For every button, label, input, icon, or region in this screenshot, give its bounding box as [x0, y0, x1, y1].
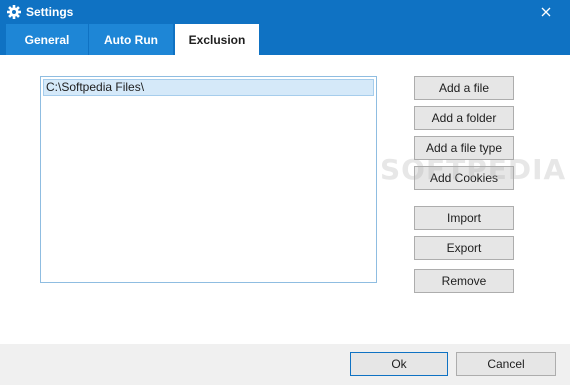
tab-exclusion[interactable]: Exclusion: [175, 24, 259, 55]
ok-button[interactable]: Ok: [350, 352, 448, 376]
list-item[interactable]: C:\Softpedia Files\: [43, 79, 374, 96]
add-file-button[interactable]: Add a file: [414, 76, 514, 100]
import-button[interactable]: Import: [414, 206, 514, 230]
tab-auto-run[interactable]: Auto Run: [89, 24, 173, 55]
add-folder-button[interactable]: Add a folder: [414, 106, 514, 130]
title-bar: Settings: [0, 0, 570, 24]
export-button[interactable]: Export: [414, 236, 514, 260]
tab-bar: General Auto Run Exclusion: [0, 24, 570, 55]
exclusion-list[interactable]: C:\Softpedia Files\: [40, 76, 377, 283]
remove-button[interactable]: Remove: [414, 269, 514, 293]
close-icon: [541, 7, 551, 17]
close-button[interactable]: [522, 0, 570, 24]
cancel-button[interactable]: Cancel: [456, 352, 556, 376]
gear-icon: [6, 4, 22, 20]
window-title: Settings: [26, 5, 74, 19]
tab-general[interactable]: General: [6, 24, 88, 55]
watermark: SOFTPEDIA: [380, 153, 567, 186]
